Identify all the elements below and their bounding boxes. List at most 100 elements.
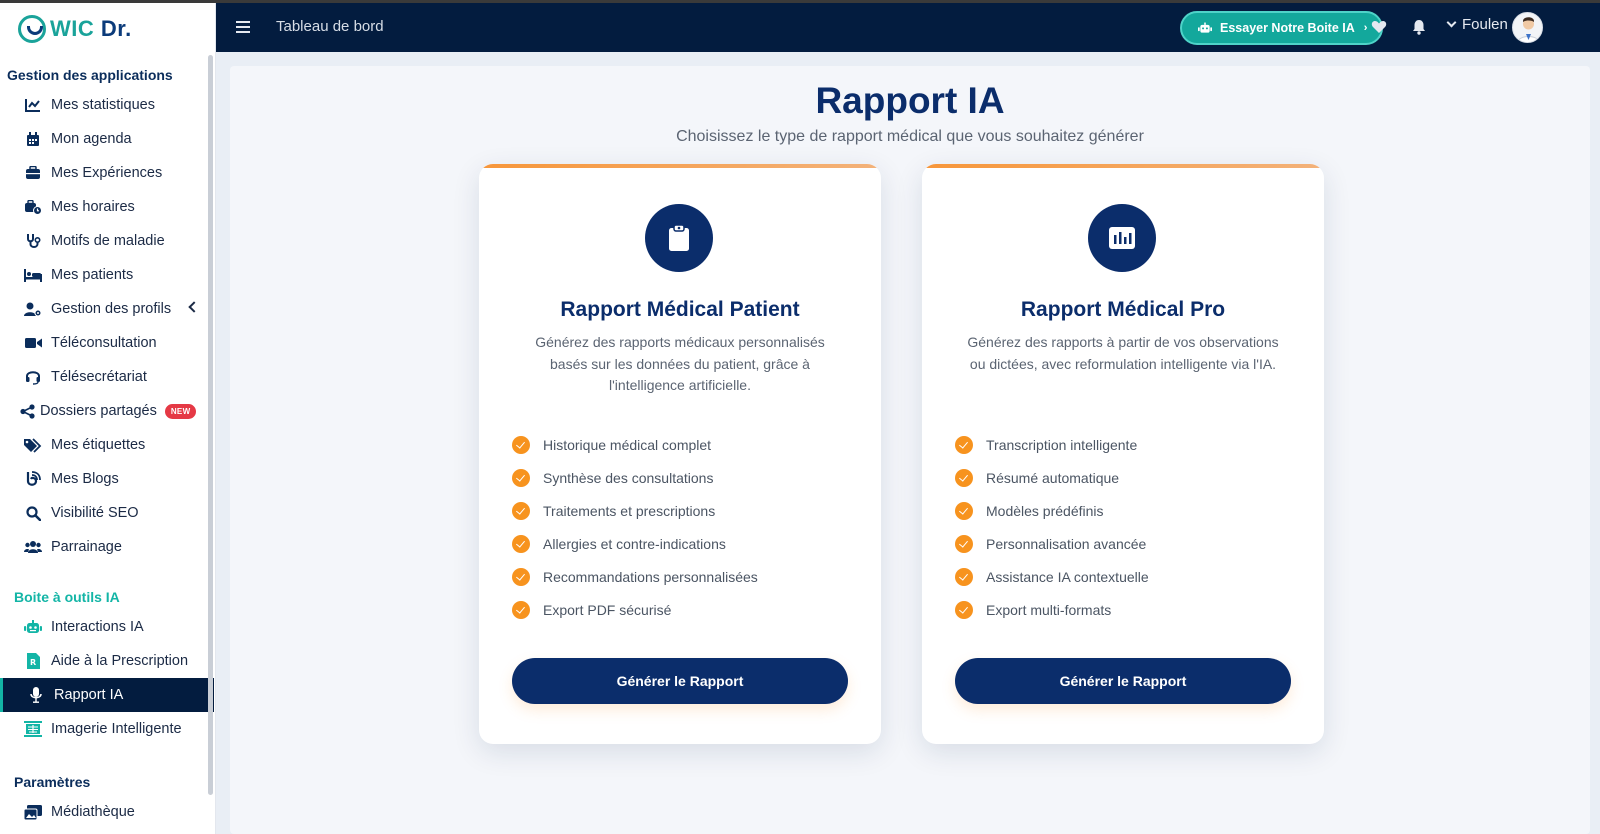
video-icon <box>24 334 42 352</box>
breadcrumb[interactable]: Tableau de bord <box>276 18 384 35</box>
sidebar-scrollbar[interactable] <box>208 55 213 795</box>
feature-item: Résumé automatique <box>955 461 1295 494</box>
card-description: Générez des rapports médicaux personnali… <box>535 334 825 393</box>
sidebar-item-label: Parrainage <box>51 539 122 555</box>
card-title: Rapport Médical Pro <box>1020 298 1226 321</box>
share-icon <box>18 402 36 420</box>
feature-item: Personnalisation avancée <box>955 527 1295 560</box>
feature-item: Export multi-formats <box>955 593 1295 626</box>
sidebar-item-etiquettes[interactable]: Mes étiquettes <box>0 428 214 462</box>
card-title: Rapport Médical Patient <box>560 298 800 321</box>
search-icon <box>24 504 42 522</box>
blog-icon <box>24 470 42 488</box>
bell-icon[interactable] <box>1411 19 1427 35</box>
sidebar-item-label: Imagerie Intelligente <box>51 721 182 737</box>
sidebar-item-telesecretariat[interactable]: Télésecrétariat <box>0 360 214 394</box>
hamburger-menu-icon[interactable] <box>236 21 250 33</box>
new-badge: NEW <box>164 403 197 419</box>
sidebar-item-label: Visibilité SEO <box>51 505 139 521</box>
tags-icon <box>24 436 42 454</box>
check-circle-icon <box>512 600 530 619</box>
feature-list: Transcription intelligente Résumé automa… <box>955 428 1295 626</box>
headset-icon <box>24 368 42 386</box>
feature-item: Export PDF sécurisé <box>512 593 852 626</box>
sidebar-item-statistiques[interactable]: Mes statistiques <box>0 88 214 122</box>
section-title-parametres: Paramètres <box>14 774 91 790</box>
try-ai-toolbox-button[interactable]: Essayer Notre Boite IA › <box>1180 11 1384 45</box>
logo-mark-icon <box>18 15 46 43</box>
feature-item: Allergies et contre-indications <box>512 527 852 560</box>
check-circle-icon <box>955 468 973 487</box>
check-circle-icon <box>512 435 530 454</box>
robot-icon <box>24 618 42 636</box>
sidebar-item-label: Téléconsultation <box>51 335 157 351</box>
generate-pro-report-button[interactable]: Générer le Rapport <box>955 658 1291 704</box>
sidebar-item-label: Rapport IA <box>54 687 124 703</box>
sidebar-item-imagerie[interactable]: Imagerie Intelligente <box>0 712 214 746</box>
sidebar-item-interactions-ia[interactable]: Interactions IA <box>0 610 214 644</box>
sidebar-item-motifs[interactable]: Motifs de maladie <box>0 224 214 258</box>
sidebar-item-dossiers-partages[interactable]: Dossiers partagés NEW <box>0 394 214 428</box>
check-circle-icon <box>955 600 973 619</box>
logo[interactable]: WIC Dr. <box>18 13 132 45</box>
check-circle-icon <box>512 534 530 553</box>
card-description: Générez des rapports à partir de vos obs… <box>967 334 1279 372</box>
feature-item: Modèles prédéfinis <box>955 494 1295 527</box>
sidebar-item-parrainage[interactable]: Parrainage <box>0 530 214 564</box>
sidebar-item-label: Mes étiquettes <box>51 437 146 453</box>
sidebar-item-horaires[interactable]: Mes horaires <box>0 190 214 224</box>
generate-patient-report-button[interactable]: Générer le Rapport <box>512 658 848 704</box>
heart-icon[interactable] <box>1371 19 1387 35</box>
microphone-icon <box>27 686 45 704</box>
sidebar-item-profils[interactable]: Gestion des profils <box>0 292 214 326</box>
user-menu[interactable]: Foulen <box>1446 16 1508 33</box>
check-circle-icon <box>512 468 530 487</box>
prescription-icon: R <box>24 652 42 670</box>
feature-item: Synthèse des consultations <box>512 461 852 494</box>
page-title: Rapport IA <box>815 80 1005 121</box>
chevron-down-icon <box>1446 17 1457 28</box>
feature-item: Transcription intelligente <box>955 428 1295 461</box>
logo-text-wic: WIC <box>50 16 95 41</box>
clipboard-icon <box>645 204 713 272</box>
report-card-pro: Rapport Médical Pro Générez des rapports… <box>922 164 1324 744</box>
report-card-patient: Rapport Médical Patient Générez des rapp… <box>479 164 881 744</box>
sidebar-item-label: Télésecrétariat <box>51 369 147 385</box>
feature-item: Traitements et prescriptions <box>512 494 852 527</box>
check-circle-icon <box>955 534 973 553</box>
avatar[interactable] <box>1512 12 1543 43</box>
sidebar-item-aide-prescription[interactable]: R Aide à la Prescription <box>0 644 214 678</box>
svg-text:R: R <box>30 658 36 667</box>
sidebar-item-blogs[interactable]: Mes Blogs <box>0 462 214 496</box>
chevron-left-icon[interactable] <box>188 301 200 313</box>
stethoscope-icon <box>24 232 42 250</box>
page-subtitle: Choisissez le type de rapport médical qu… <box>676 128 1144 145</box>
sidebar-item-label: Gestion des profils <box>51 301 172 317</box>
bed-icon <box>24 266 42 284</box>
try-ai-button-label: Essayer Notre Boite IA <box>1220 21 1355 35</box>
sidebar-item-label: Aide à la Prescription <box>51 653 189 669</box>
sidebar-item-label: Médiathèque <box>51 804 135 820</box>
sidebar-item-seo[interactable]: Visibilité SEO <box>0 496 214 530</box>
sidebar-item-label: Mon agenda <box>51 131 132 147</box>
section-title-apps: Gestion des applications <box>7 67 173 83</box>
check-circle-icon <box>512 567 530 586</box>
sidebar-item-mediatheque[interactable]: Médiathèque <box>0 795 214 829</box>
photo-video-icon <box>24 803 42 821</box>
sidebar-item-rapport-ia[interactable]: Rapport IA <box>0 678 214 712</box>
feature-item: Assistance IA contextuelle <box>955 560 1295 593</box>
calendar-icon <box>24 130 42 148</box>
sidebar-item-label: Mes Expériences <box>51 165 163 181</box>
sidebar-item-label: Mes statistiques <box>51 97 155 113</box>
section-title-ai-toolbox: Boite à outils IA <box>14 589 120 605</box>
sidebar-item-agenda[interactable]: Mon agenda <box>0 122 214 156</box>
sidebar-item-patients[interactable]: Mes patients <box>0 258 214 292</box>
sidebar-item-label: Mes horaires <box>51 199 135 215</box>
sidebar-item-experiences[interactable]: Mes Expériences <box>0 156 214 190</box>
sidebar-item-label: Motifs de maladie <box>51 233 165 249</box>
sidebar-item-teleconsultation[interactable]: Téléconsultation <box>0 326 214 360</box>
users-icon <box>24 538 42 556</box>
chart-bar-icon <box>1088 204 1156 272</box>
robot-icon <box>1198 22 1212 33</box>
check-circle-icon <box>955 435 973 454</box>
